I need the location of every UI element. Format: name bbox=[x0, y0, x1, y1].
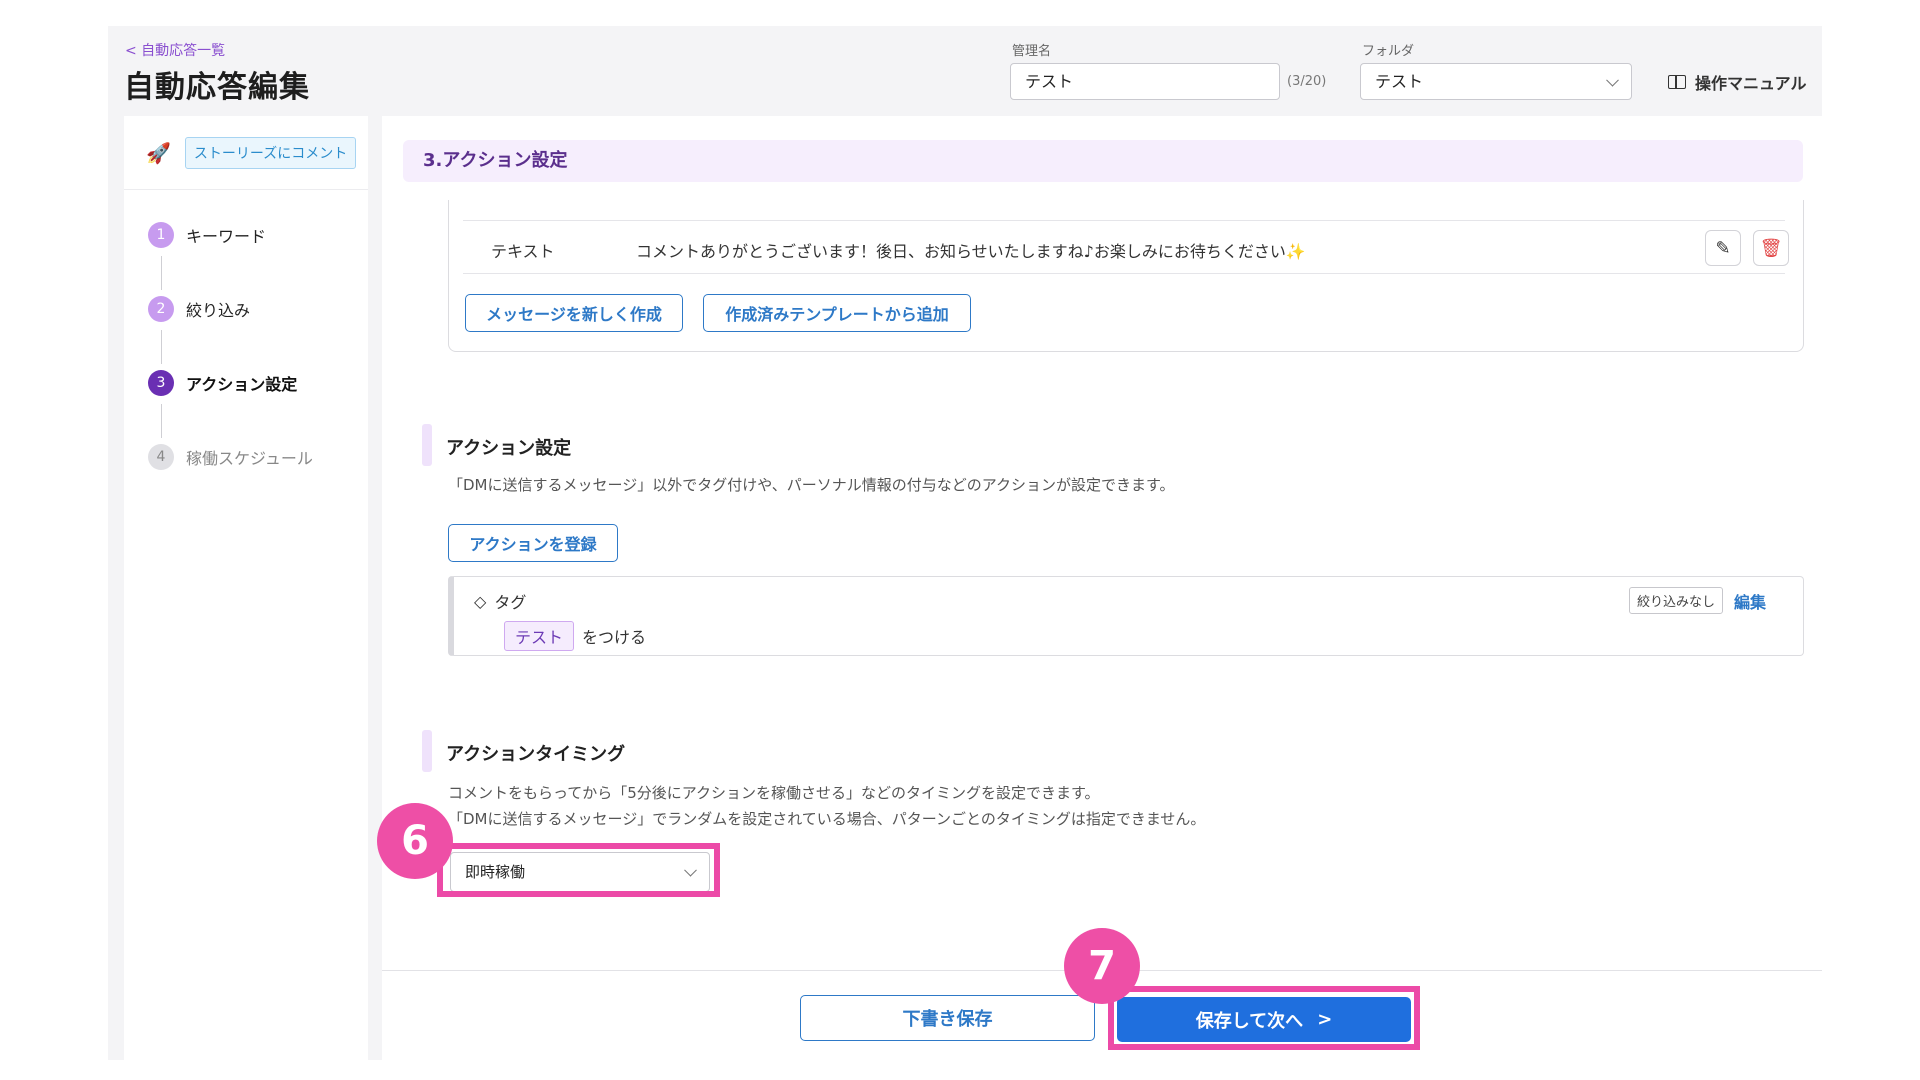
name-label: 管理名 bbox=[1012, 44, 1052, 59]
step-marker-6: 6 bbox=[377, 803, 453, 879]
page-title: 自動応答編集 bbox=[124, 70, 310, 105]
action-timing-title: アクションタイミング bbox=[422, 730, 625, 772]
folder-label: フォルダ bbox=[1362, 44, 1415, 59]
step-label: 稼働スケジュール bbox=[186, 449, 313, 468]
section-title: 3.アクション設定 bbox=[403, 140, 1803, 182]
name-input[interactable]: テスト bbox=[1010, 63, 1280, 100]
delete-message-button[interactable]: 🗑 bbox=[1753, 230, 1789, 266]
draft-save-button[interactable]: 下書き保存 bbox=[800, 995, 1095, 1041]
action-settings-desc: 「DMに送信するメッセージ」以外でタグ付けや、パーソナル情報の付与などのアクショ… bbox=[448, 476, 1175, 494]
step-number: 2 bbox=[148, 296, 174, 322]
step-marker-7: 7 bbox=[1064, 928, 1140, 1004]
sidebar-step-keyword[interactable]: 1 キーワード bbox=[148, 222, 266, 248]
tag-chip: テスト bbox=[504, 621, 575, 651]
edit-tag-link[interactable]: 編集 bbox=[1734, 589, 1766, 613]
register-action-button[interactable]: アクションを登録 bbox=[448, 524, 618, 562]
tag-header: ◇ タグ bbox=[474, 589, 526, 613]
rocket-icon: 🚀 bbox=[146, 140, 171, 165]
name-counter: (3/20) bbox=[1287, 74, 1327, 89]
timing-desc-1: コメントをもらってから「5分後にアクションを稼働させる」などのタイミングを設定で… bbox=[448, 784, 1100, 802]
main-panel: 3.アクション設定 テキスト コメントありがとうございます！後日、お知らせいたし… bbox=[382, 116, 1822, 1060]
step-number: 4 bbox=[148, 444, 174, 470]
step-number: 1 bbox=[148, 222, 174, 248]
message-text: コメントありがとうございます！後日、お知らせいたしますね♪お楽しみにお待ちくださ… bbox=[636, 242, 1306, 261]
step-connector bbox=[161, 404, 162, 438]
back-link[interactable]: < 自動応答一覧 bbox=[125, 40, 225, 60]
folder-select-value: テスト bbox=[1375, 72, 1424, 91]
tag-suffix: をつける bbox=[582, 628, 647, 647]
trash-icon: 🗑 bbox=[1759, 237, 1783, 259]
sidebar-step-action[interactable]: 3 アクション設定 bbox=[148, 370, 297, 396]
book-icon bbox=[1668, 75, 1686, 89]
step-label: アクション設定 bbox=[186, 375, 298, 394]
action-settings-title: アクション設定 bbox=[422, 424, 571, 466]
tag-icon: ◇ bbox=[474, 591, 487, 611]
add-template-button[interactable]: 作成済みテンプレートから追加 bbox=[703, 294, 971, 332]
folder-select[interactable]: テスト bbox=[1360, 63, 1632, 100]
sidebar-header: 🚀 ストーリーズにコメント bbox=[124, 116, 368, 190]
sidebar: 🚀 ストーリーズにコメント 1 キーワード 2 絞り込み 3 アクション設定 4… bbox=[124, 116, 368, 1060]
highlight-save bbox=[1108, 986, 1420, 1050]
new-message-button[interactable]: メッセージを新しく作成 bbox=[465, 294, 683, 332]
timing-desc-2: 「DMに送信するメッセージ」でランダムを設定されている場合、パターンごとのタイミ… bbox=[448, 810, 1206, 828]
message-type: テキスト bbox=[491, 242, 555, 261]
manual-label: 操作マニュアル bbox=[1695, 74, 1807, 93]
message-list: テキスト コメントありがとうございます！後日、お知らせいたしますね♪お楽しみにお… bbox=[448, 200, 1804, 352]
sidebar-step-schedule[interactable]: 4 稼働スケジュール bbox=[148, 444, 313, 470]
highlight-timing bbox=[437, 843, 720, 897]
chevron-down-icon bbox=[1606, 73, 1619, 87]
step-label: 絞り込み bbox=[186, 301, 251, 320]
tag-head-label: タグ bbox=[494, 593, 527, 612]
sidebar-step-filter[interactable]: 2 絞り込み bbox=[148, 296, 250, 322]
trigger-badge: ストーリーズにコメント bbox=[184, 136, 357, 169]
tag-action-card: ◇ タグ テスト をつける 絞り込みなし 編集 bbox=[448, 576, 1804, 656]
step-label: キーワード bbox=[186, 227, 267, 246]
step-connector bbox=[161, 330, 162, 364]
step-connector bbox=[161, 256, 162, 290]
manual-link[interactable]: 操作マニュアル bbox=[1668, 70, 1807, 94]
edit-message-button[interactable]: ✎ bbox=[1705, 230, 1741, 266]
table-row: テキスト コメントありがとうございます！後日、お知らせいたしますね♪お楽しみにお… bbox=[463, 220, 1789, 274]
pencil-icon: ✎ bbox=[1715, 237, 1731, 259]
filter-badge: 絞り込みなし bbox=[1629, 587, 1724, 614]
step-number: 3 bbox=[148, 370, 174, 396]
